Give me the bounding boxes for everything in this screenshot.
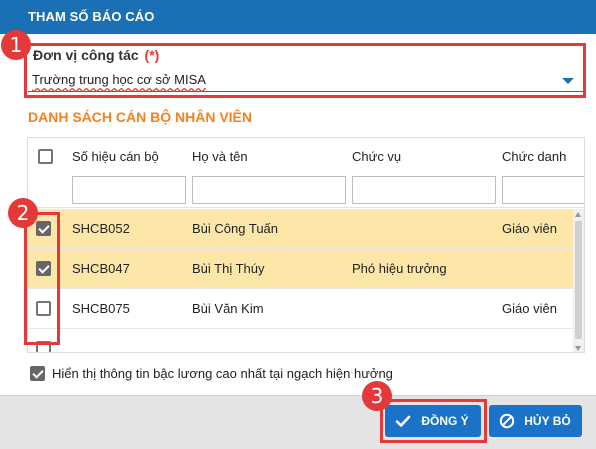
grid-header: Số hiệu cán bộ Họ và tên Chức vụ Chức da… bbox=[28, 138, 584, 208]
check-icon bbox=[395, 415, 411, 427]
staff-list-title: DANH SÁCH CÁN BỘ NHÂN VIÊN bbox=[28, 109, 253, 125]
table-row-partial[interactable] bbox=[28, 329, 573, 352]
cell-title: Giáo viên bbox=[502, 301, 557, 316]
column-header-name[interactable]: Họ và tên bbox=[192, 149, 248, 164]
cell-name: Bùi Văn Kim bbox=[192, 301, 264, 316]
column-header-code[interactable]: Số hiệu cán bộ bbox=[72, 149, 159, 164]
cell-position: Phó hiệu trưởng bbox=[352, 261, 447, 276]
cancel-button-label: HỦY BỎ bbox=[524, 414, 571, 428]
row-checkbox[interactable] bbox=[36, 221, 51, 236]
column-header-position[interactable]: Chức vụ bbox=[352, 149, 401, 164]
grid-body: SHCB052 Bùi Công Tuấn Giáo viên SHCB047 … bbox=[28, 209, 573, 352]
required-mark: (*) bbox=[144, 47, 160, 63]
table-row[interactable]: SHCB047 Bùi Thị Thúy Phó hiệu trưởng bbox=[28, 249, 573, 289]
cell-code: SHCB047 bbox=[72, 261, 130, 276]
table-row[interactable]: SHCB075 Bùi Văn Kim Giáo viên bbox=[28, 289, 573, 329]
staff-grid: Số hiệu cán bộ Họ và tên Chức vụ Chức da… bbox=[27, 137, 585, 353]
salary-option-checkbox[interactable] bbox=[30, 366, 45, 381]
dialog-title: THAM SỐ BÁO CÁO bbox=[0, 0, 596, 34]
unit-field-label: Đơn vị công tác (*) bbox=[33, 47, 159, 63]
ok-button-label: ĐỒNG Ý bbox=[421, 414, 469, 428]
row-checkbox[interactable] bbox=[36, 301, 51, 316]
filter-input-position[interactable] bbox=[352, 176, 496, 204]
cell-name: Bùi Thị Thúy bbox=[192, 261, 265, 276]
step-badge-3: 3 bbox=[362, 381, 392, 411]
scroll-thumb[interactable] bbox=[575, 221, 582, 339]
row-checkbox[interactable] bbox=[36, 261, 51, 276]
select-all-checkbox[interactable] bbox=[38, 149, 53, 164]
cell-title: Giáo viên bbox=[502, 221, 557, 236]
ok-button[interactable]: ĐỒNG Ý bbox=[385, 405, 481, 437]
column-header-title[interactable]: Chức danh bbox=[502, 149, 566, 164]
unit-select[interactable]: Trường trung học cơ sở MISA bbox=[28, 66, 584, 92]
table-row[interactable]: SHCB052 Bùi Công Tuấn Giáo viên bbox=[28, 209, 573, 249]
cell-name: Bùi Công Tuấn bbox=[192, 221, 279, 236]
caret-down-icon[interactable] bbox=[562, 78, 574, 84]
scroll-up-icon[interactable] bbox=[575, 212, 581, 217]
report-params-dialog: THAM SỐ BÁO CÁO Đơn vị công tác (*) Trườ… bbox=[0, 0, 596, 449]
row-checkbox[interactable] bbox=[36, 341, 51, 352]
step-badge-2: 2 bbox=[8, 198, 38, 228]
cancel-icon bbox=[499, 413, 515, 429]
salary-option-label[interactable]: Hiển thị thông tin bậc lương cao nhất tạ… bbox=[52, 366, 393, 381]
cancel-button[interactable]: HỦY BỎ bbox=[489, 405, 582, 437]
cell-code: SHCB052 bbox=[72, 221, 130, 236]
filter-input-title[interactable] bbox=[502, 176, 584, 204]
vertical-scrollbar[interactable] bbox=[573, 209, 584, 352]
unit-select-value: Trường trung học cơ sở MISA bbox=[32, 72, 206, 87]
filter-input-code[interactable] bbox=[72, 176, 186, 204]
filter-input-name[interactable] bbox=[192, 176, 346, 204]
scroll-down-icon[interactable] bbox=[575, 346, 581, 351]
unit-field-label-text: Đơn vị công tác bbox=[33, 47, 139, 63]
cell-code: SHCB075 bbox=[72, 301, 130, 316]
step-badge-1: 1 bbox=[1, 30, 31, 60]
